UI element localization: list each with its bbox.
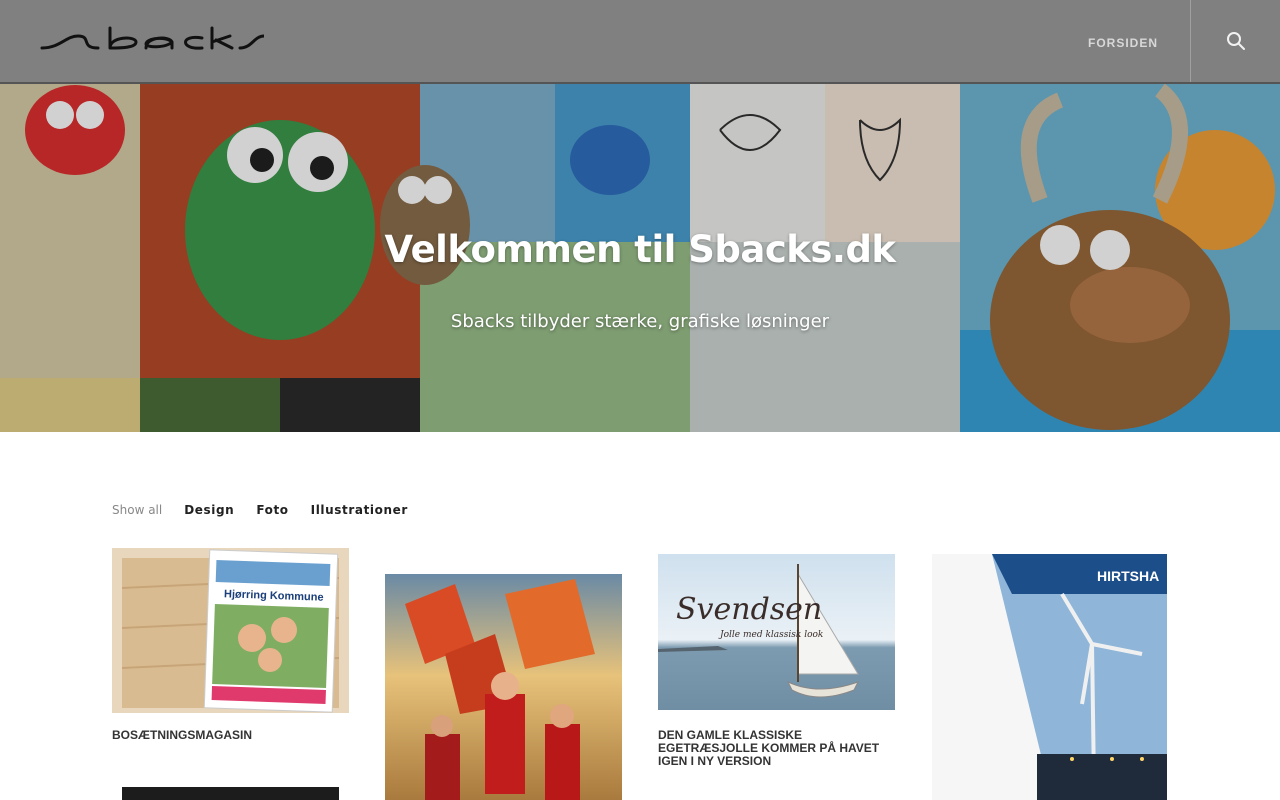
portfolio-thumb-magazine[interactable]: Hjørring Kommune xyxy=(112,548,349,713)
turbine-cover-title: HIRTSHA xyxy=(1097,568,1160,584)
search-icon xyxy=(1227,32,1245,50)
portfolio-filters: Show all Design Foto Illustrationer xyxy=(112,503,430,517)
portfolio-item[interactable] xyxy=(385,574,622,800)
hero-subtitle: Sbacks tilbyder stærke, grafiske løsning… xyxy=(450,311,830,332)
portfolio-item[interactable]: HIRTSHA xyxy=(932,554,1167,800)
site-header: FORSIDEN xyxy=(0,0,1280,84)
portfolio-thumb-dark[interactable] xyxy=(122,787,339,800)
filter-design[interactable]: Design xyxy=(184,503,234,517)
portfolio-item[interactable]: Hjørring Kommune BOSÆTNINGSMAGASIN xyxy=(112,548,349,748)
search-button[interactable] xyxy=(1190,0,1280,82)
portfolio-thumb-wind-turbine[interactable]: HIRTSHA xyxy=(932,554,1167,800)
nav-link-forsiden[interactable]: FORSIDEN xyxy=(1088,36,1158,50)
boat-brand-text: Svendsen xyxy=(676,592,823,627)
boat-tagline-text: Jolle med klassisk look xyxy=(720,630,824,640)
hero-title: Velkommen til Sbacks.dk xyxy=(384,228,896,271)
filter-foto[interactable]: Foto xyxy=(256,503,288,517)
portfolio-thumb-flag-parade[interactable] xyxy=(385,574,622,800)
portfolio-thumb-boat[interactable]: Svendsen Jolle med klassisk look xyxy=(658,554,895,710)
filter-show-all[interactable]: Show all xyxy=(112,503,162,517)
site-logo[interactable] xyxy=(40,26,266,56)
portfolio-caption[interactable]: DEN GAMLE KLASSISKE EGETRÆSJOLLE KOMMER … xyxy=(658,729,895,768)
portfolio-caption[interactable]: BOSÆTNINGSMAGASIN xyxy=(112,729,349,742)
sbacks-logo-icon xyxy=(40,26,266,50)
filter-illustrationer[interactable]: Illustrationer xyxy=(311,503,408,517)
portfolio-item[interactable]: Svendsen Jolle med klassisk look DEN GAM… xyxy=(658,554,895,768)
